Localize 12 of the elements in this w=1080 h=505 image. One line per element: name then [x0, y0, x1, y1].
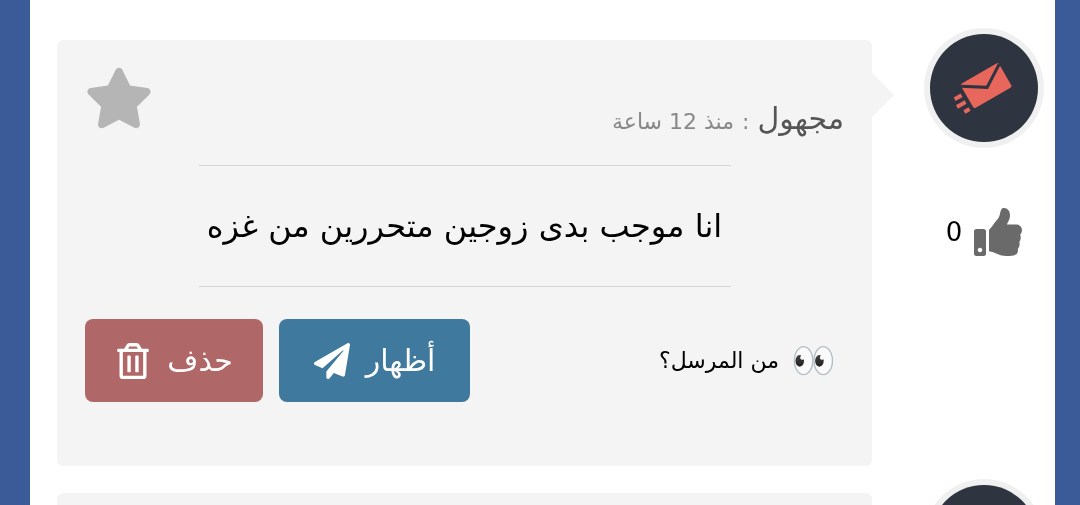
- eyes-emoji: 👀: [791, 338, 836, 383]
- like-count: 0: [945, 215, 963, 249]
- sender-question: من المرسل؟: [659, 347, 779, 375]
- trash-icon: [115, 342, 152, 379]
- paper-plane-icon: [313, 342, 350, 379]
- separator: :: [742, 108, 750, 136]
- thumbs-up-icon[interactable]: [974, 208, 1023, 256]
- time-ago: منذ 12 ساعة: [612, 108, 734, 136]
- message-text: انا موجب بدى زوجين متحررين من غزه: [205, 206, 724, 247]
- delete-button[interactable]: حذف: [85, 319, 263, 402]
- sender-name: مجهول: [757, 100, 844, 139]
- reveal-button[interactable]: أظهار: [279, 319, 470, 402]
